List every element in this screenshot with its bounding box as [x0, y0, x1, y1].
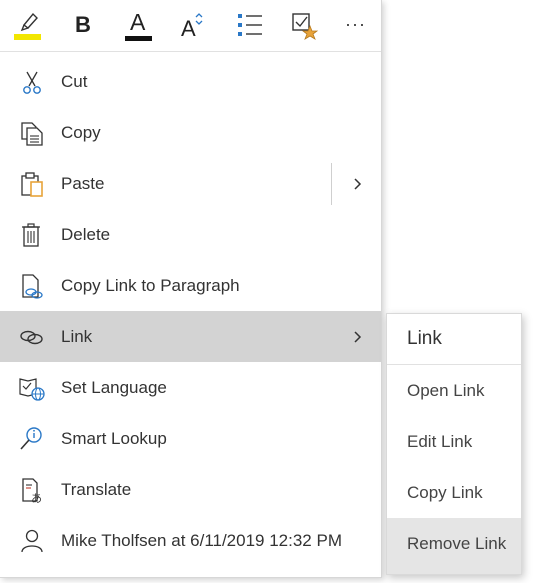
chevron-right-icon[interactable]	[350, 176, 366, 192]
menu-item-cut[interactable]: Cut	[0, 56, 381, 107]
submenu-item-edit-link[interactable]: Edit Link	[387, 416, 521, 467]
copy-link-icon	[22, 274, 43, 299]
chevron-right-icon	[354, 331, 362, 343]
submenu-item-remove-link[interactable]: Remove Link	[387, 518, 521, 574]
submenu-item-copy-link[interactable]: Copy Link	[387, 467, 521, 518]
ellipsis-icon: ···	[345, 14, 366, 34]
menu-item-set-language[interactable]: Set Language	[0, 362, 381, 413]
menu-item-paste[interactable]: Paste	[0, 158, 381, 209]
menu-item-label: Cut	[61, 72, 88, 91]
menu-item-label: Set Language	[61, 378, 167, 397]
menu-item-label: Paste	[61, 174, 105, 193]
submenu-item-label: Edit Link	[407, 432, 473, 451]
trash-icon	[22, 223, 40, 247]
bold-button[interactable]: B	[60, 0, 106, 50]
menu-item-label: Link	[61, 327, 93, 346]
submenu-header: Link	[387, 314, 521, 365]
scissors-icon	[23, 71, 41, 94]
formatting-toolbar: B A A ···	[0, 0, 381, 52]
menu-item-label: Smart Lookup	[61, 429, 167, 448]
paste-icon	[21, 172, 43, 197]
more-button[interactable]: ···	[334, 0, 380, 50]
paste-split-divider	[331, 163, 332, 205]
highlight-button[interactable]	[4, 0, 50, 50]
font-color-button[interactable]: A	[116, 0, 162, 50]
menu-item-author-info[interactable]: Mike Tholfsen at 6/11/2019 12:32 PM	[0, 515, 381, 566]
menu-item-smart-lookup[interactable]: Smart Lookup	[0, 413, 381, 464]
context-menu: B A A ··· Cut Copy Paste Delete Copy Lin…	[0, 0, 382, 578]
person-icon	[21, 529, 43, 553]
submenu-item-label: Open Link	[407, 381, 485, 400]
submenu-item-label: Remove Link	[407, 534, 507, 553]
menu-item-copy-link-to-paragraph[interactable]: Copy Link to Paragraph	[0, 260, 381, 311]
link-submenu: Link Open Link Edit Link Copy Link Remov…	[386, 313, 522, 575]
bold-icon: B	[75, 12, 91, 37]
menu-item-label: Copy	[61, 123, 101, 142]
size-arrows-icon	[195, 13, 203, 25]
menu-item-copy[interactable]: Copy	[0, 107, 381, 158]
font-size-button[interactable]: A	[172, 0, 218, 50]
menu-item-label: Copy Link to Paragraph	[61, 276, 240, 295]
font-color-icon: A	[130, 9, 146, 35]
submenu-item-open-link[interactable]: Open Link	[387, 365, 521, 416]
translate-icon: あ	[22, 478, 42, 504]
menu-item-label: Mike Tholfsen at 6/11/2019 12:32 PM	[61, 531, 342, 550]
link-icon	[20, 330, 43, 345]
menu-item-label: Translate	[61, 480, 132, 499]
svg-text:あ: あ	[31, 492, 42, 504]
bullets-button[interactable]	[227, 0, 273, 50]
smart-lookup-icon	[20, 427, 42, 450]
to-do-tag-icon	[292, 13, 319, 40]
submenu-title: Link	[407, 328, 442, 349]
menu-item-label: Delete	[61, 225, 111, 244]
language-icon	[19, 378, 45, 401]
highlighter-icon	[14, 12, 41, 40]
submenu-item-label: Copy Link	[407, 483, 483, 502]
menu-item-link[interactable]: Link	[0, 311, 381, 362]
copy-icon	[21, 122, 43, 146]
bullet-list-icon	[238, 14, 262, 36]
menu-item-delete[interactable]: Delete	[0, 209, 381, 260]
menu-item-translate[interactable]: あ Translate	[0, 464, 381, 515]
tag-button[interactable]	[282, 0, 328, 50]
